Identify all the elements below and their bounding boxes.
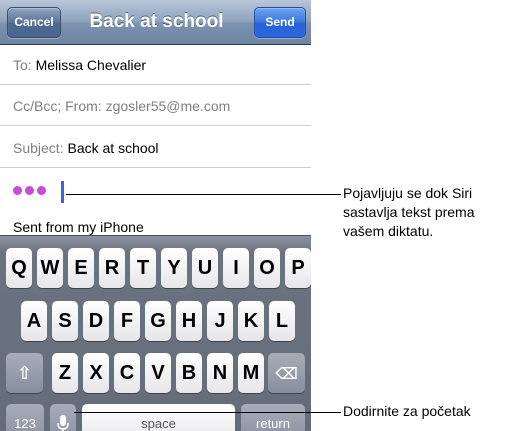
dictation-callout-line2: sastavlja tekst prema <box>343 204 475 220</box>
key-c[interactable]: C <box>114 353 140 393</box>
key-h[interactable]: H <box>176 301 202 341</box>
subject-value[interactable]: Back at school <box>67 140 158 156</box>
key-p[interactable]: P <box>285 248 311 288</box>
cc-bcc-from-label: Cc/Bcc; From: <box>13 98 102 114</box>
subject-label: Subject: <box>13 140 64 156</box>
key-q[interactable]: Q <box>6 248 32 288</box>
key-v[interactable]: V <box>145 353 171 393</box>
numbers-key[interactable]: 123 <box>6 404 44 431</box>
shift-key[interactable]: ⇧ <box>6 353 43 393</box>
space-key[interactable]: space <box>82 404 235 431</box>
key-s[interactable]: S <box>52 301 78 341</box>
key-i[interactable]: I <box>223 248 249 288</box>
signature-text: Sent from my iPhone <box>13 219 144 235</box>
key-e[interactable]: E <box>68 248 94 288</box>
subject-field[interactable]: Subject: Back at school <box>0 128 311 168</box>
key-m[interactable]: M <box>238 353 264 393</box>
dictation-dot <box>37 186 46 195</box>
dictation-callout-line3: vašem diktatu. <box>343 223 434 239</box>
key-n[interactable]: N <box>207 353 233 393</box>
return-key[interactable]: return <box>241 404 305 431</box>
key-r[interactable]: R <box>99 248 125 288</box>
microphone-icon <box>57 415 69 431</box>
message-body[interactable]: Sent from my iPhone <box>0 169 311 239</box>
key-o[interactable]: O <box>254 248 280 288</box>
mic-callout-text: Dodirnite za početak <box>343 403 471 419</box>
key-j[interactable]: J <box>207 301 233 341</box>
keyboard: Q W E R T Y U I O P A S D F G H J K L ⇧ Z X C V B N M ⌫ 123 space retu… <box>0 235 311 431</box>
key-y[interactable]: Y <box>161 248 187 288</box>
delete-backspace-icon: ⌫ <box>275 366 298 383</box>
dictation-dot <box>13 186 22 195</box>
cancel-button[interactable]: Cancel <box>7 7 61 38</box>
key-z[interactable]: Z <box>52 353 78 393</box>
key-t[interactable]: T <box>130 248 156 288</box>
send-button[interactable]: Send <box>254 7 306 38</box>
phone-screen: Cancel Back at school Send To: Melissa C… <box>0 0 311 431</box>
from-address: zgosler55@me.com <box>105 98 231 114</box>
to-label: To: <box>13 57 32 73</box>
key-a[interactable]: A <box>21 301 47 341</box>
cc-bcc-from-field[interactable]: Cc/Bcc; From: zgosler55@me.com <box>0 86 311 126</box>
mic-callout-line <box>74 412 341 413</box>
message-title: Back at school <box>89 11 224 32</box>
key-x[interactable]: X <box>83 353 109 393</box>
shift-arrow-icon: ⇧ <box>16 363 33 383</box>
dictation-callout-line <box>66 194 341 195</box>
key-b[interactable]: B <box>176 353 202 393</box>
key-d[interactable]: D <box>83 301 109 341</box>
dictation-dot <box>25 186 34 195</box>
key-u[interactable]: U <box>192 248 218 288</box>
key-w[interactable]: W <box>37 248 63 288</box>
navigation-bar: Cancel Back at school Send <box>0 0 311 45</box>
to-recipient[interactable]: Melissa Chevalier <box>36 57 146 73</box>
to-field[interactable]: To: Melissa Chevalier <box>0 45 311 85</box>
delete-key[interactable]: ⌫ <box>268 353 305 393</box>
dictation-callout-line1: Pojavljuju se dok Siri <box>343 185 473 201</box>
key-l[interactable]: L <box>269 301 295 341</box>
key-k[interactable]: K <box>238 301 264 341</box>
key-g[interactable]: G <box>145 301 171 341</box>
key-f[interactable]: F <box>114 301 140 341</box>
text-cursor <box>61 181 64 203</box>
dictation-mic-key[interactable] <box>50 404 76 431</box>
